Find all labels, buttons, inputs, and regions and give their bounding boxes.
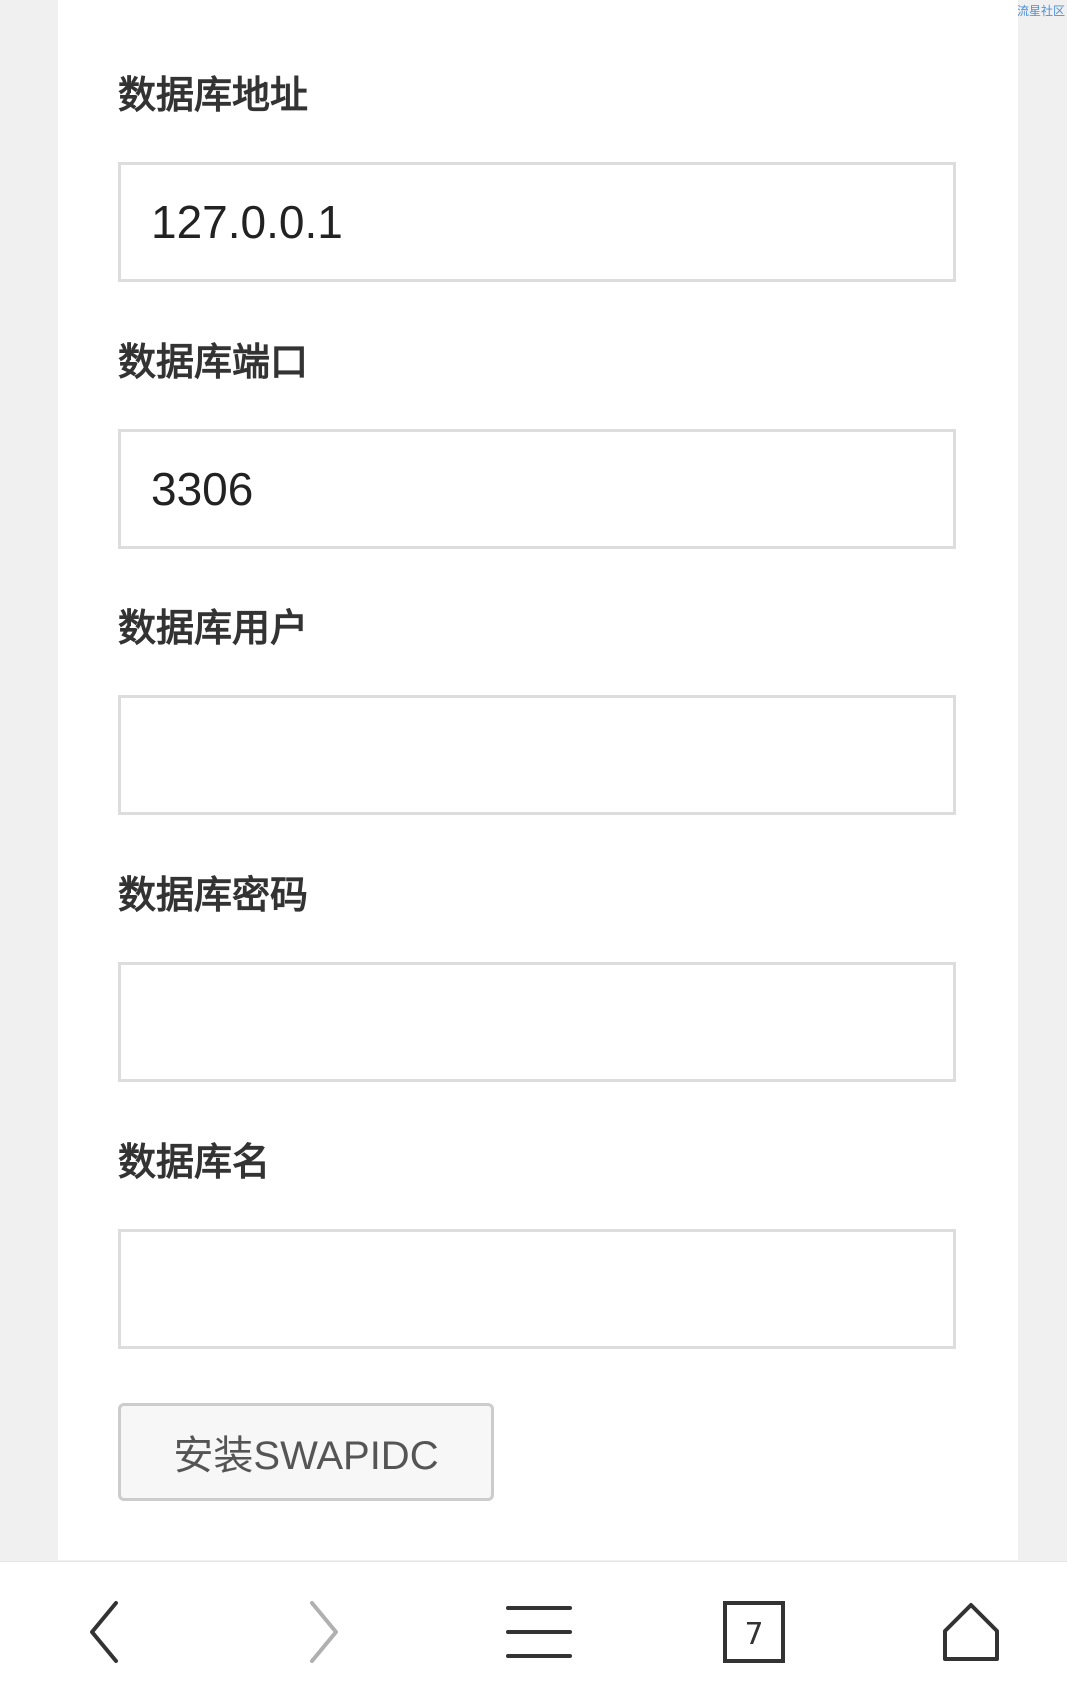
- forward-button[interactable]: [264, 1562, 384, 1702]
- home-icon: [943, 1603, 999, 1661]
- back-button[interactable]: [44, 1562, 164, 1702]
- db-port-input[interactable]: [118, 429, 956, 549]
- forward-icon: [310, 1601, 338, 1663]
- db-name-label: 数据库名: [118, 1140, 271, 1184]
- home-button[interactable]: [911, 1562, 1031, 1702]
- db-password-input[interactable]: [118, 962, 956, 1082]
- db-user-field: 数据库用户: [118, 603, 956, 815]
- db-port-field: 数据库端口: [118, 337, 956, 549]
- watermark-text: 流星社区: [1016, 4, 1065, 18]
- db-host-label: 数据库地址: [118, 73, 309, 117]
- menu-button[interactable]: [479, 1562, 599, 1702]
- install-swapidc-button[interactable]: 安装SWAPIDC: [118, 1403, 494, 1501]
- db-name-field: 数据库名: [118, 1137, 956, 1349]
- menu-icon: [506, 1606, 572, 1658]
- install-form-card: 数据库地址 数据库端口 数据库用户 数据库密码 数据库名 安装SWAPIDC: [58, 0, 1018, 1560]
- tabs-button[interactable]: 7: [694, 1562, 814, 1702]
- db-port-label: 数据库端口: [118, 340, 309, 384]
- browser-bottom-bar: 7: [0, 1561, 1067, 1702]
- db-password-label: 数据库密码: [118, 873, 309, 917]
- db-password-field: 数据库密码: [118, 870, 956, 1082]
- db-name-input[interactable]: [118, 1229, 956, 1349]
- db-host-input[interactable]: [118, 162, 956, 282]
- tab-count: 7: [744, 1617, 763, 1652]
- back-icon: [90, 1601, 118, 1663]
- db-host-field: 数据库地址: [118, 70, 956, 282]
- db-user-label: 数据库用户: [118, 606, 309, 650]
- tabs-icon: 7: [723, 1601, 785, 1663]
- db-user-input[interactable]: [118, 695, 956, 815]
